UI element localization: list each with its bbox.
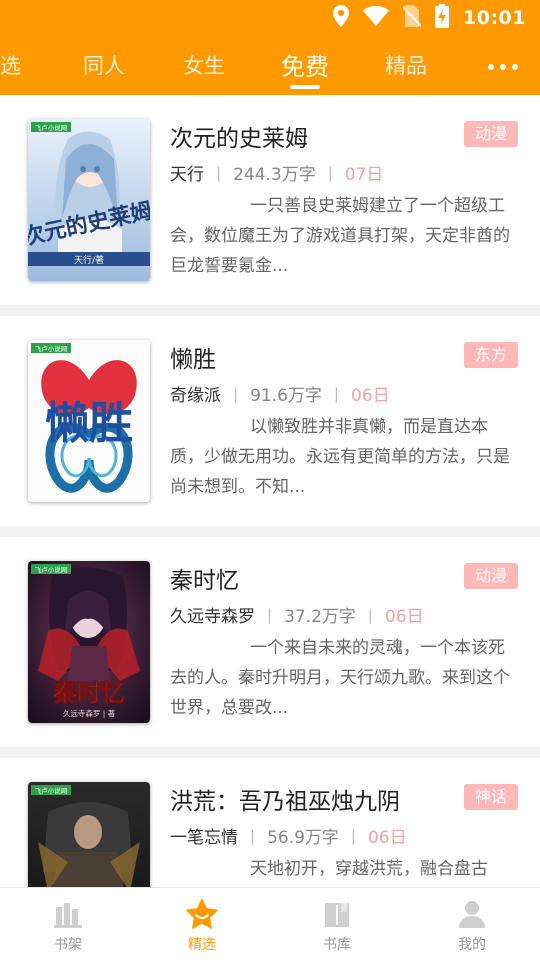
book-description: 一只善良史莱姆建立了一个超级工会，数位魔王为了游戏道具打架，天定非酋的巨龙誓要氪… bbox=[170, 191, 516, 281]
meta-divider: | bbox=[333, 384, 339, 403]
book-list: 次元的史莱姆 天行/著 飞卢小说网 次元的史莱姆 动漫 天行 | 244.3万字… bbox=[0, 95, 540, 887]
no-sim-icon bbox=[402, 5, 422, 31]
nav-library[interactable]: 书库 bbox=[287, 896, 387, 954]
cover-badge-text: 飞卢小说网 bbox=[35, 344, 68, 353]
nav-label: 我的 bbox=[458, 937, 486, 953]
update-date: 06日 bbox=[384, 607, 424, 627]
book-meta: 天行 | 244.3万字 | 07日 bbox=[170, 160, 384, 186]
book-author: 一笔忘情 bbox=[170, 828, 238, 848]
app-root: 10:01 选 同人 女生 免费 精品 次元的史莱姆 天行/著 飞卢小说网 次元… bbox=[0, 0, 540, 960]
location-icon bbox=[333, 5, 350, 31]
genre-tag: 东方 bbox=[463, 342, 518, 368]
book-item[interactable]: 飞卢小说网 洪荒：吾乃祖巫烛九阴 神话 一笔忘情 | 56.9万字 | 06日 … bbox=[0, 758, 540, 887]
word-count: 56.9万字 bbox=[267, 828, 339, 848]
meta-divider: | bbox=[267, 605, 273, 624]
book-description-text: 以懒致胜并非真懒，而是直达本质，少做无用功。永远有更简单的方法，只是尚未想到。不… bbox=[170, 417, 510, 497]
profile-icon bbox=[422, 896, 522, 932]
cover-badge-text: 飞卢小说网 bbox=[35, 786, 68, 795]
word-count: 244.3万字 bbox=[233, 165, 316, 185]
book-author: 奇缘派 bbox=[170, 386, 221, 406]
book-title: 洪荒：吾乃祖巫烛九阴 bbox=[170, 789, 400, 815]
update-date: 07日 bbox=[344, 165, 384, 185]
meta-divider: | bbox=[367, 605, 373, 624]
cover-title-text: 懒胜 bbox=[45, 398, 133, 449]
status-icons: 10:01 bbox=[333, 4, 526, 32]
battery-charging-icon bbox=[435, 4, 450, 32]
nav-label: 精选 bbox=[188, 937, 216, 953]
word-count: 37.2万字 bbox=[284, 607, 356, 627]
book-item[interactable]: 懒胜 飞卢小说网 懒胜 东方 奇缘派 | 91.6万字 | 06日 以懒致胜并非… bbox=[0, 316, 540, 526]
book-cover: 次元的史莱姆 天行/著 飞卢小说网 bbox=[28, 119, 150, 281]
nav-label: 书架 bbox=[54, 937, 82, 953]
status-time: 10:01 bbox=[463, 7, 526, 29]
book-item[interactable]: 次元的史莱姆 天行/著 飞卢小说网 次元的史莱姆 动漫 天行 | 244.3万字… bbox=[0, 95, 540, 305]
tab-featured-partial[interactable]: 选 bbox=[0, 50, 21, 80]
list-separator bbox=[0, 526, 540, 537]
meta-divider: | bbox=[327, 163, 333, 182]
wifi-icon bbox=[363, 6, 390, 30]
book-meta: 一笔忘情 | 56.9万字 | 06日 bbox=[170, 823, 407, 849]
update-date: 06日 bbox=[350, 386, 390, 406]
active-tab-indicator bbox=[290, 85, 320, 89]
book-cover: 懒胜 飞卢小说网 bbox=[28, 340, 150, 502]
cover-badge-text: 飞卢小说网 bbox=[35, 123, 68, 132]
cover-author-text: 天行/著 bbox=[74, 254, 104, 266]
nav-bookshelf[interactable]: 书架 bbox=[18, 896, 118, 954]
tab-premium[interactable]: 精品 bbox=[385, 50, 427, 80]
genre-tag: 动漫 bbox=[463, 121, 518, 147]
nav-label: 书库 bbox=[323, 937, 351, 953]
book-description: 一个来自未来的灵魂，一个本该死去的人。秦时升明月，天行颂九歌。来到这个世界，总要… bbox=[170, 633, 516, 723]
cover-author-text: 久远寺森罗 | 著 bbox=[63, 708, 116, 718]
meta-divider: | bbox=[216, 163, 222, 182]
bottom-nav: 书架 精选 书库 我的 bbox=[0, 887, 540, 960]
book-author: 久远寺森罗 bbox=[170, 607, 255, 627]
list-separator bbox=[0, 747, 540, 758]
book-title: 秦时忆 bbox=[170, 568, 239, 594]
book-description-text: 一个来自未来的灵魂，一个本该死去的人。秦时升明月，天行颂九歌。来到这个世界，总要… bbox=[170, 638, 510, 718]
book-title: 次元的史莱姆 bbox=[170, 126, 308, 152]
meta-divider: | bbox=[250, 826, 256, 845]
more-dots-icon[interactable] bbox=[488, 64, 518, 70]
list-separator bbox=[0, 305, 540, 316]
meta-divider: | bbox=[350, 826, 356, 845]
book-description: 以懒致胜并非真懒，而是直达本质，少做无用功。永远有更简单的方法，只是尚未想到。不… bbox=[170, 412, 516, 502]
featured-star-icon bbox=[152, 896, 252, 932]
category-tabs: 选 同人 女生 免费 精品 bbox=[0, 44, 540, 92]
book-cover: 秦时忆 久远寺森罗 | 著 飞卢小说网 bbox=[28, 561, 150, 723]
book-title: 懒胜 bbox=[170, 347, 216, 373]
top-header: 10:01 选 同人 女生 免费 精品 bbox=[0, 0, 540, 95]
book-cover: 飞卢小说网 bbox=[28, 782, 150, 887]
meta-divider: | bbox=[233, 384, 239, 403]
word-count: 91.6万字 bbox=[250, 386, 322, 406]
tab-fanfic[interactable]: 同人 bbox=[83, 50, 125, 80]
book-author: 天行 bbox=[170, 165, 204, 185]
bookshelf-icon bbox=[18, 896, 118, 932]
genre-tag: 神话 bbox=[463, 784, 518, 810]
genre-tag: 动漫 bbox=[463, 563, 518, 589]
book-meta: 久远寺森罗 | 37.2万字 | 06日 bbox=[170, 602, 424, 628]
tab-free[interactable]: 免费 bbox=[281, 47, 329, 82]
nav-featured[interactable]: 精选 bbox=[152, 896, 252, 954]
nav-profile[interactable]: 我的 bbox=[422, 896, 522, 954]
book-description-text: 天地初开，穿越洪荒，融合盘古 bbox=[250, 859, 488, 879]
book-description: 天地初开，穿越洪荒，融合盘古 bbox=[170, 854, 516, 884]
book-item[interactable]: 秦时忆 久远寺森罗 | 著 飞卢小说网 秦时忆 动漫 久远寺森罗 | 37.2万… bbox=[0, 537, 540, 747]
cover-title-text: 秦时忆 bbox=[52, 678, 125, 707]
library-book-icon bbox=[287, 896, 387, 932]
book-description-text: 一只善良史莱姆建立了一个超级工会，数位魔王为了游戏道具打架，天定非酋的巨龙誓要氪… bbox=[170, 196, 510, 276]
book-meta: 奇缘派 | 91.6万字 | 06日 bbox=[170, 381, 390, 407]
tab-female[interactable]: 女生 bbox=[183, 50, 225, 80]
update-date: 06日 bbox=[367, 828, 407, 848]
cover-badge-text: 飞卢小说网 bbox=[35, 565, 68, 574]
status-bar: 10:01 bbox=[0, 0, 540, 36]
